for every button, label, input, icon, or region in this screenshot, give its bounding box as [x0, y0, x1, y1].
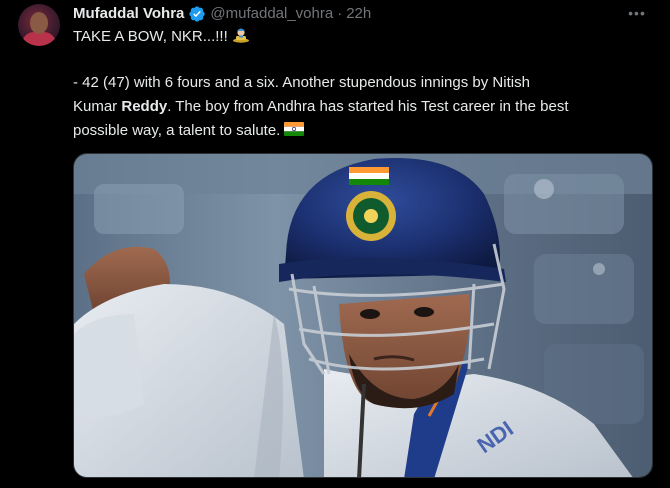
author-handle[interactable]: @mufaddal_vohra [210, 4, 333, 24]
tweet-header: Mufaddal Vohra @mufaddal_vohra · 22h [73, 4, 371, 24]
tweet-text-line-4: possible way, a talent to salute. [73, 121, 305, 141]
avatar-face [30, 12, 48, 34]
text-segment: . The boy from Andhra has started his Te… [167, 98, 569, 115]
tweet-text-line-2: - 42 (47) with 6 fours and a six. Anothe… [73, 73, 530, 93]
author-avatar[interactable] [18, 4, 60, 46]
genie-emoji-icon [232, 28, 249, 43]
author-name[interactable]: Mufaddal Vohra [73, 4, 184, 24]
headline-text: TAKE A BOW, NKR...!!! [73, 28, 228, 45]
text-segment: Kumar [73, 98, 122, 115]
india-flag-icon [284, 122, 305, 136]
avatar-shirt [22, 32, 56, 46]
more-options-icon[interactable]: ••• [626, 2, 648, 24]
more-options-label: ••• [628, 5, 646, 21]
closing-text: possible way, a talent to salute. [73, 122, 281, 139]
tweet: Mufaddal Vohra @mufaddal_vohra · 22h •••… [0, 0, 670, 488]
stats-text: - 42 (47) with 6 fours and a six. Anothe… [73, 74, 530, 91]
cricketer-photo: NDI [74, 154, 652, 477]
bold-name-text: Reddy [121, 98, 168, 115]
tweet-text-line-3: Kumar Reddy. The boy from Andhra has sta… [73, 97, 569, 117]
tweet-text-line-1: TAKE A BOW, NKR...!!! [73, 27, 250, 47]
verified-badge-icon [189, 6, 206, 22]
tweet-timestamp[interactable]: 22h [346, 4, 371, 24]
tweet-media-image[interactable]: NDI [73, 153, 653, 478]
separator-dot: · [337, 5, 343, 22]
